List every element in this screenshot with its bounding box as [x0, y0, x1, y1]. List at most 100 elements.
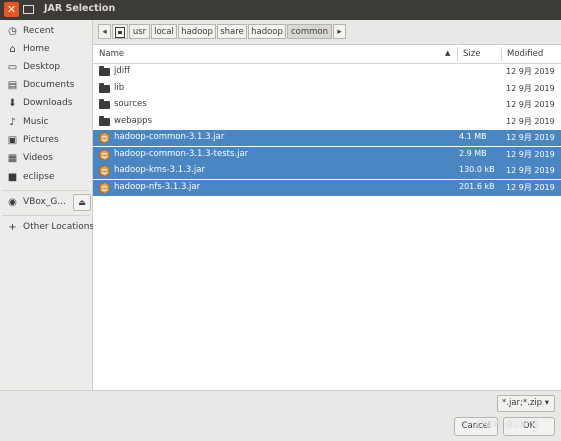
file-modified: 12 9月 2019 — [506, 149, 555, 159]
folder-icon — [99, 99, 110, 109]
folder-icon: ■ — [7, 172, 18, 183]
path-segment[interactable]: hadoop — [248, 24, 286, 39]
file-name: sources — [114, 99, 147, 109]
music-icon: ♪ — [9, 117, 16, 128]
file-name: hadoop-common-3.1.3-tests.jar — [114, 148, 249, 159]
file-size: 4.1 MB — [459, 132, 487, 141]
path-segment[interactable]: share — [217, 24, 247, 39]
path-root-button[interactable] — [112, 24, 128, 39]
file-list[interactable]: Name ▲ Size Modified jdiff 12 9月 2019 lib 1… — [93, 44, 561, 391]
sidebar-item-label: Pictures — [23, 135, 59, 145]
maximize-icon[interactable] — [23, 5, 34, 14]
column-divider[interactable] — [501, 47, 502, 61]
sidebar-item-pictures[interactable]: ▣ Pictures — [0, 132, 92, 150]
file-modified: 12 9月 2019 — [506, 116, 555, 126]
places-sidebar: ◷ Recent ⌂ Home ▭ Desktop ▤ Documents ⬇ … — [0, 20, 95, 390]
file-row[interactable]: jdiff 12 9月 2019 — [93, 64, 561, 80]
plus-icon: + — [8, 222, 17, 233]
videos-icon: ▦ — [7, 153, 18, 164]
close-icon: ✕ — [6, 3, 17, 16]
folder-icon — [99, 115, 110, 126]
file-name: lib — [114, 82, 125, 93]
pictures-icon: ▣ — [7, 135, 18, 146]
file-row[interactable]: lib 12 9月 2019 — [93, 81, 561, 97]
jar-file-icon — [99, 132, 110, 144]
sidebar-item-label: eclipse — [23, 172, 55, 182]
file-size: 130.0 kB — [459, 165, 495, 174]
sidebar-item-label: Videos — [23, 153, 53, 163]
watermark: CSDN @Z9hiiJ — [476, 420, 539, 430]
file-modified: 12 9月 2019 — [506, 182, 555, 192]
sidebar-item-home[interactable]: ⌂ Home — [0, 41, 92, 59]
file-name: jdiff — [114, 66, 130, 76]
sidebar-item-label: Recent — [23, 26, 55, 36]
file-modified: 12 9月 2019 — [506, 100, 555, 109]
path-segment-current[interactable]: common — [287, 24, 332, 39]
path-forward-button[interactable]: ▸ — [333, 24, 346, 39]
chevron-right-icon: ▸ — [337, 27, 342, 37]
sidebar-item-label: Music — [23, 117, 49, 127]
file-filter-select[interactable]: *.jar;*.zip ▾ — [497, 395, 555, 412]
sidebar-item-other-locations[interactable]: + Other Locations — [0, 219, 95, 237]
jar-file-icon — [99, 181, 110, 194]
file-name: hadoop-common-3.1.3.jar — [114, 132, 225, 142]
sort-ascending-icon: ▲ — [445, 49, 451, 57]
chevron-left-icon: ◂ — [102, 27, 107, 37]
sidebar-item-eclipse[interactable]: ■ eclipse — [0, 169, 92, 187]
eject-button[interactable]: ⏏ — [73, 194, 91, 211]
desktop-icon: ▭ — [7, 62, 18, 73]
sidebar-item-label: Home — [23, 44, 50, 54]
sidebar-item-label: VBox_G... — [23, 197, 66, 207]
disc-icon: ◉ — [8, 197, 17, 208]
sidebar-item-label: Other Locations — [23, 222, 95, 232]
sidebar-item-videos[interactable]: ▦ Videos — [0, 150, 92, 168]
file-name: hadoop-kms-3.1.3.jar — [114, 165, 205, 175]
column-size[interactable]: Size — [463, 49, 480, 59]
eject-icon: ⏏ — [78, 198, 86, 207]
path-segment[interactable]: hadoop — [178, 24, 216, 39]
file-row[interactable]: hadoop-common-3.1.3.jar 4.1 MB 12 9月 2019 — [93, 130, 561, 146]
file-modified: 12 9月 2019 — [506, 133, 555, 142]
dialog-footer: *.jar;*.zip ▾ Cancel OK — [0, 390, 561, 441]
jar-file-icon — [99, 165, 110, 177]
column-name[interactable]: Name — [99, 49, 124, 59]
documents-icon: ▤ — [7, 80, 18, 91]
clock-icon: ◷ — [8, 26, 17, 37]
home-icon: ⌂ — [9, 44, 16, 55]
folder-icon — [99, 82, 110, 93]
sidebar-item-music[interactable]: ♪ Music — [0, 114, 92, 132]
close-button[interactable]: ✕ — [4, 2, 19, 17]
sidebar-item-desktop[interactable]: ▭ Desktop — [0, 59, 92, 77]
sidebar-item-documents[interactable]: ▤ Documents — [0, 77, 92, 95]
file-row[interactable]: sources 12 9月 2019 — [93, 97, 561, 113]
file-name: hadoop-nfs-3.1.3.jar — [114, 181, 201, 192]
jar-file-icon — [99, 148, 110, 161]
sidebar-divider — [2, 215, 90, 216]
sidebar-item-recent[interactable]: ◷ Recent — [0, 23, 92, 41]
sidebar-divider — [2, 190, 90, 191]
file-size: 2.9 MB — [459, 148, 487, 158]
title-bar: ✕ JAR Selection — [0, 0, 561, 20]
sidebar-item-downloads[interactable]: ⬇ Downloads — [0, 95, 92, 113]
column-divider[interactable] — [457, 47, 458, 61]
file-row[interactable]: hadoop-common-3.1.3-tests.jar 2.9 MB 12 9月… — [93, 146, 561, 163]
path-back-button[interactable]: ◂ — [98, 24, 111, 39]
file-modified: 12 9月 2019 — [506, 166, 555, 175]
sidebar-item-label: Desktop — [23, 62, 61, 72]
file-size: 201.6 kB — [459, 181, 495, 191]
file-row[interactable]: hadoop-nfs-3.1.3.jar 201.6 kB 12 9月 2019 — [93, 179, 561, 196]
sidebar-item-label: Documents — [23, 80, 75, 90]
folder-icon — [99, 66, 110, 76]
file-modified: 12 9月 2019 — [506, 67, 555, 76]
path-segment[interactable]: local — [151, 24, 177, 39]
download-icon: ⬇ — [8, 98, 17, 109]
drive-icon — [115, 27, 125, 38]
column-header: Name ▲ Size Modified — [93, 45, 561, 64]
file-name: webapps — [114, 115, 153, 126]
file-row[interactable]: hadoop-kms-3.1.3.jar 130.0 kB 12 9月 2019 — [93, 163, 561, 179]
path-segment[interactable]: usr — [129, 24, 150, 39]
column-modified[interactable]: Modified — [507, 49, 543, 59]
window-title: JAR Selection — [44, 3, 116, 14]
file-row[interactable]: webapps 12 9月 2019 — [93, 114, 561, 130]
sidebar-item-label: Downloads — [23, 98, 73, 108]
